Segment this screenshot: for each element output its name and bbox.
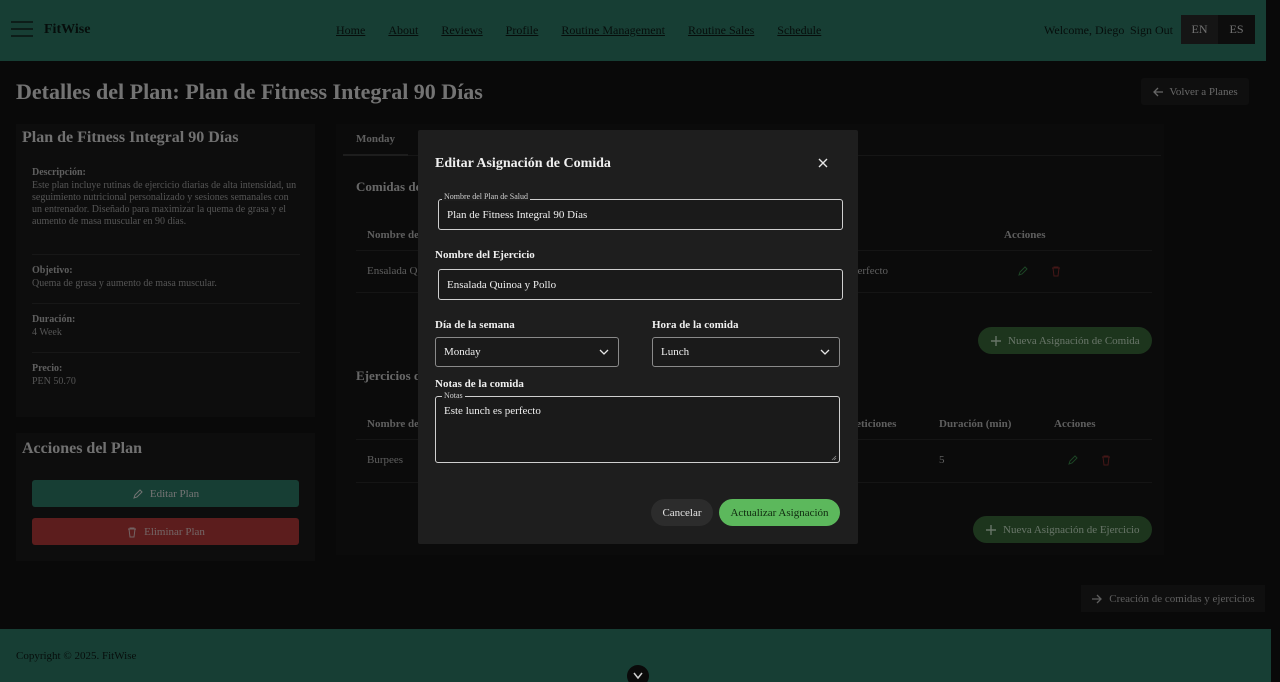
exercise-name-value: Ensalada Quinoa y Pollo — [447, 279, 557, 291]
plan-name-legend: Nombre del Plan de Salud — [442, 192, 530, 201]
plan-name-value: Plan de Fitness Integral 90 Días — [447, 209, 588, 221]
notes-legend: Notas — [442, 391, 465, 400]
scroll-down-button[interactable] — [627, 665, 649, 682]
edit-meal-assignment-dialog: Editar Asignación de Comida Nombre del P… — [418, 130, 858, 544]
notes-value: Este lunch es perfecto — [444, 405, 541, 417]
cancel-button[interactable]: Cancelar — [651, 499, 713, 526]
dialog-title: Editar Asignación de Comida — [435, 156, 611, 171]
resize-handle-icon[interactable] — [831, 455, 837, 461]
exercise-name-label: Nombre del Ejercicio — [435, 249, 535, 261]
close-icon[interactable] — [817, 157, 829, 169]
day-select-value: Monday — [444, 346, 481, 358]
day-label: Día de la semana — [435, 319, 515, 331]
meal-time-label: Hora de la comida — [652, 319, 739, 331]
meal-time-select-value: Lunch — [661, 346, 690, 358]
chevron-down-icon — [820, 349, 830, 355]
notes-label: Notas de la comida — [435, 378, 524, 390]
chevron-down-icon — [599, 349, 609, 355]
update-assignment-button[interactable]: Actualizar Asignación — [719, 499, 840, 526]
chevron-down-icon — [633, 672, 643, 680]
